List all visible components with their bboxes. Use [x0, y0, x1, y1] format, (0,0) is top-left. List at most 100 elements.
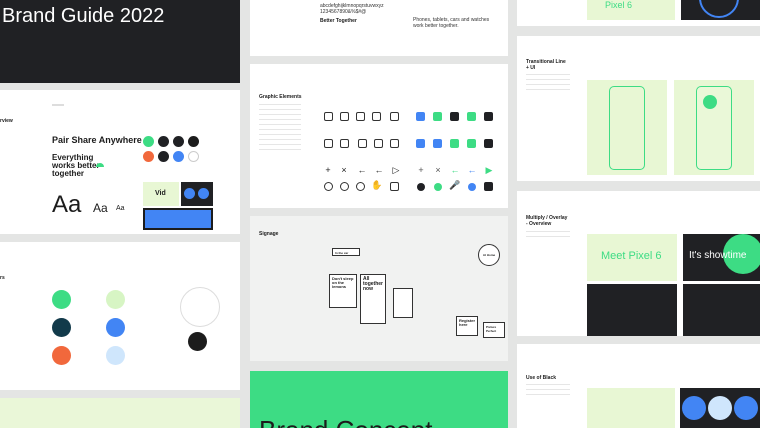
swatch-orange-large: [52, 346, 71, 365]
cloud-icon: [96, 163, 104, 167]
tablet-icon: [340, 112, 349, 121]
pixel-card-top[interactable]: Pixel 6: [517, 0, 760, 26]
gamepad-color-icon: [484, 112, 493, 121]
laptop-color-icon: [450, 112, 459, 121]
remote-tile: [587, 284, 677, 336]
brand-guide-cover[interactable]: Brand Guide 2022: [0, 0, 240, 83]
glyph-sample: abcdefghijklmnopqrstuvwxyz 1234567890&%$…: [320, 3, 384, 15]
use-of-black-card[interactable]: Use of Black: [517, 344, 760, 428]
gamepad-icon: [390, 112, 399, 121]
colors-card[interactable]: rs: [0, 242, 240, 390]
sign-all-together: All together now: [360, 274, 386, 324]
signage-card[interactable]: Signage In the car Don't sleep on the le…: [250, 216, 508, 361]
blue-pill-tile: [181, 182, 213, 206]
sign-dont-sleep: Don't sleep on the lemons: [329, 274, 357, 308]
video-tile: Vid: [143, 182, 179, 206]
arrow-left-alt-icon: ←: [374, 165, 384, 175]
user-icon: [324, 182, 333, 191]
phone-ui: [696, 86, 732, 170]
play-green-icon: ▶: [485, 165, 493, 175]
colors-heading: rs: [0, 275, 5, 281]
laptop-alt-icon: [324, 139, 333, 148]
watch-color-icon: [416, 112, 425, 121]
sample-text: Better Together: [320, 18, 357, 24]
gamepad-green-icon: [467, 139, 476, 148]
white-circle: [180, 287, 220, 327]
device-icon: [340, 139, 349, 148]
speaker-icon: [390, 139, 399, 148]
plus-icon: +: [325, 165, 331, 175]
swatch-dark-3: [188, 136, 199, 147]
check-green-icon: [434, 183, 442, 191]
sign-dont-sleep-text: Don't sleep on the lemons: [332, 276, 354, 289]
type-big: Aa: [52, 191, 82, 218]
overview-card[interactable]: rview Pair Share Anywhere Everything wor…: [0, 90, 240, 234]
meet-pixel-text: Meet Pixel 6: [601, 250, 662, 262]
laptop-icon: [356, 112, 365, 121]
type-small: Aa: [116, 205, 125, 212]
transitional-card[interactable]: Transitional Line + UI: [517, 36, 760, 181]
ge-body: [259, 104, 301, 154]
swatch-dark-2: [173, 136, 184, 147]
plus-color-icon: +: [418, 165, 424, 175]
watch-icon: [324, 112, 333, 121]
dot-blue-1: [682, 396, 706, 420]
graphic-elements-card[interactable]: Graphic Elements + × ← ← ▷ ✋ + × ← ← ▶ 🎤: [250, 64, 508, 208]
type-mid: Aa: [93, 201, 108, 215]
brand-concept-card[interactable]: Brand Concept: [250, 371, 508, 428]
swatch-orange: [143, 151, 154, 162]
showtime-text: It's showtime: [689, 250, 747, 261]
swatch-blue-large: [106, 318, 125, 337]
sign-register: Register here: [456, 316, 478, 336]
swatch-navy: [52, 318, 71, 337]
doodle-phone-tile: [683, 284, 760, 336]
green-strip-card[interactable]: [0, 398, 240, 428]
meet-pixel-tile: Meet Pixel 6: [587, 234, 677, 281]
brand-concept-title: Brand Concept: [259, 415, 432, 428]
use-black-heading: Use of Black: [526, 375, 557, 381]
phone-icon: [358, 139, 367, 148]
phone-outline: [609, 86, 645, 170]
clock-icon: [356, 182, 365, 191]
use-black-body: [526, 384, 570, 396]
swatch-light-blue: [106, 346, 125, 365]
sign-register-text: Register here: [459, 318, 476, 327]
tagline-1: Pair Share Anywhere: [52, 135, 142, 145]
arrow-blue-icon: ←: [467, 165, 477, 175]
sign-all-together-text: All together now: [363, 276, 383, 292]
sign-at-home-text: At Home: [482, 253, 496, 257]
dark-tile: [681, 0, 760, 20]
transitional-heading: Transitional Line + UI: [526, 59, 566, 71]
video-label: Vid: [155, 190, 166, 197]
typography-card[interactable]: abcdefghijklmnopqrstuvwxyz 1234567890&%$…: [250, 0, 508, 56]
page-label: [52, 104, 64, 106]
blue-ring: [699, 0, 739, 18]
transitional-body: [526, 74, 570, 90]
store-dark-icon: [484, 182, 493, 191]
doodle-tile: [143, 208, 213, 230]
sign-in-car-text: In the car: [335, 251, 349, 255]
phone-ui-tile: [674, 80, 754, 175]
sign-picture-perfect: Picture Perfect: [483, 322, 505, 338]
dots-tile: [680, 388, 760, 428]
black-circle: [188, 332, 207, 351]
user-dark-icon: [417, 183, 425, 191]
car-icon: [372, 112, 381, 121]
graphic-elements-heading: Graphic Elements: [259, 94, 302, 100]
swatch-dark-1: [158, 136, 169, 147]
store-icon: [390, 182, 399, 191]
sign-picture-perfect-text: Picture Perfect: [486, 325, 497, 333]
body-sample: Phones, tablets, cars and watches work b…: [413, 17, 490, 29]
hand-icon: ✋: [371, 180, 383, 190]
dot-light: [708, 396, 732, 420]
dot-blue-2: [734, 396, 758, 420]
pill-dot-1: [184, 188, 195, 199]
flower-graphic: [703, 95, 717, 109]
swatch-white: [188, 151, 199, 162]
pixel-label: Pixel 6: [605, 0, 633, 10]
pill-dot-2: [198, 188, 209, 199]
arrow-green-icon: ←: [450, 165, 460, 175]
multiply-card[interactable]: Multiply / Overlay - Overview Meet Pixel…: [517, 191, 760, 336]
multiply-heading: Multiply / Overlay - Overview: [526, 215, 568, 227]
laptop-blue-icon: [416, 139, 425, 148]
